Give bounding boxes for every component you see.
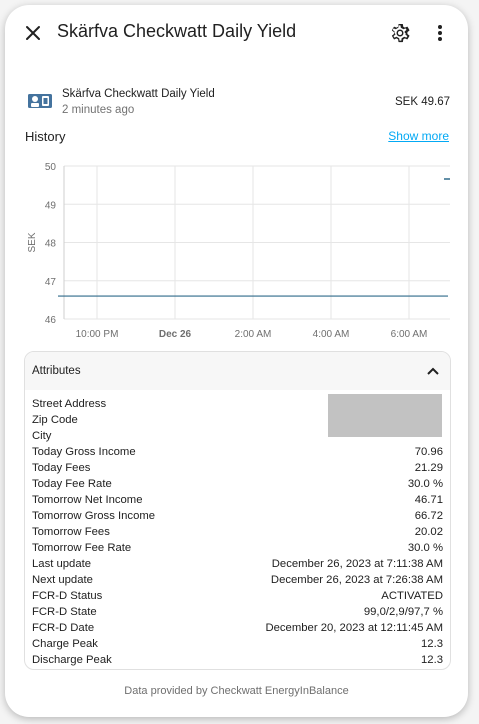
attribute-value: December 20, 2023 at 12:11:45 AM	[265, 622, 443, 634]
attributes-panel: Attributes Street Address Zip Code City Tod…	[24, 351, 451, 670]
attribute-label: City	[32, 430, 52, 442]
attribute-value: 46.71	[414, 494, 443, 506]
settings-button[interactable]	[388, 21, 412, 45]
attribute-label: Discharge Peak	[32, 654, 112, 666]
entity-row[interactable]: Skärfva Checkwatt Daily Yield 2 minutes …	[25, 83, 450, 121]
attribute-row: Zip Code	[32, 412, 443, 428]
attribute-row: Today Gross Income 70.96	[32, 444, 443, 460]
attribute-label: FCR-D Status	[32, 590, 103, 602]
attribute-value: 30.0 %	[407, 478, 443, 490]
entity-last-changed: 2 minutes ago	[62, 104, 135, 116]
attribute-row: Tomorrow Gross Income 66.72	[32, 508, 443, 524]
more-options-button[interactable]	[430, 21, 450, 45]
y-tick-label: 50	[45, 162, 57, 173]
attribute-row: Next update December 26, 2023 at 7:26:38 …	[32, 572, 443, 588]
attribute-label: FCR-D State	[32, 606, 97, 618]
attribute-label: Tomorrow Fees	[32, 526, 110, 538]
attribute-row: FCR-D Status ACTIVATED	[32, 588, 443, 604]
attribute-value: December 26, 2023 at 7:11:38 AM	[271, 558, 443, 570]
x-tick-label: 2:00 AM	[235, 329, 272, 340]
y-tick-label: 48	[45, 239, 57, 250]
x-tick-label: Dec 26	[159, 329, 192, 340]
attribute-value: December 26, 2023 at 7:26:38 AM	[270, 574, 443, 586]
gear-icon	[391, 23, 410, 43]
attribute-value: 12.3	[421, 638, 443, 650]
history-chart[interactable]: 50 49 48 47 46 10:00 PM Dec 26 2:00 AM 4:00 AM 6:…	[5, 155, 468, 345]
attribute-row: Tomorrow Net Income 46.71	[32, 492, 443, 508]
attribute-label: Charge Peak	[32, 638, 98, 650]
y-axis-label: SEK	[27, 232, 38, 252]
attribute-row: Discharge Peak 12.3	[32, 652, 443, 668]
attribute-label: Today Fees	[32, 462, 91, 474]
attribute-row: FCR-D Date December 20, 2023 at 12:11:45 …	[32, 620, 443, 636]
attribute-label: Tomorrow Gross Income	[32, 510, 156, 522]
attribute-row: Today Fee Rate 30.0 %	[32, 476, 443, 492]
x-tick-label: 4:00 AM	[313, 329, 350, 340]
attributes-header[interactable]: Attributes	[25, 352, 450, 390]
attribute-row: Charge Peak 12.3	[32, 636, 443, 652]
attribute-row: Today Fees 21.29	[32, 460, 443, 476]
attribute-value: ACTIVATED	[381, 590, 443, 602]
attribute-label: FCR-D Date	[32, 622, 95, 634]
attribute-row: Tomorrow Fee Rate 30.0 %	[32, 540, 443, 556]
solar-power-icon	[28, 94, 52, 108]
y-tick-label: 47	[45, 277, 57, 288]
more-info-dialog: Skärfva Checkwatt Daily Yield Skärfva Ch…	[5, 5, 468, 717]
attribute-row: FCR-D State 99,0/2,9/97,7 %	[32, 604, 443, 620]
attribute-value: 21.29	[414, 462, 443, 474]
attribute-value: 12.3	[421, 654, 443, 666]
attribute-label: Next update	[32, 574, 93, 586]
attribute-value: 70.96	[414, 446, 443, 458]
dots-vertical-icon	[438, 25, 442, 41]
attribute-value: 66.72	[414, 510, 443, 522]
attribute-value: 99,0/2,9/97,7 %	[363, 606, 443, 618]
attribute-label: Zip Code	[32, 414, 78, 426]
attribute-row: City	[32, 428, 443, 444]
close-icon	[26, 26, 40, 40]
attribution-text: Data provided by Checkwatt EnergyInBalan…	[124, 685, 349, 697]
attribute-label: Last update	[32, 558, 92, 570]
show-more-link[interactable]: Show more	[388, 129, 449, 143]
attribute-label: Tomorrow Fee Rate	[32, 542, 132, 554]
attribute-label: Tomorrow Net Income	[32, 494, 143, 506]
x-tick-label: 6:00 AM	[391, 329, 428, 340]
y-tick-label: 49	[45, 200, 57, 211]
y-tick-label: 46	[45, 315, 57, 326]
attributes-title: Attributes	[32, 365, 81, 377]
dialog-header: Skärfva Checkwatt Daily Yield	[5, 5, 468, 61]
chevron-up-icon	[427, 367, 439, 375]
attribute-row: Tomorrow Fees 20.02	[32, 524, 443, 540]
close-button[interactable]	[19, 19, 47, 47]
attribute-row: Last update December 26, 2023 at 7:11:38 …	[32, 556, 443, 572]
x-tick-label: 10:00 PM	[76, 329, 119, 340]
attribute-row: Street Address	[32, 396, 443, 412]
entity-state: SEK 49.67	[395, 96, 450, 108]
dialog-title: Skärfva Checkwatt Daily Yield	[57, 21, 297, 41]
attribute-label: Today Gross Income	[32, 446, 136, 458]
attribute-value: 20.02	[414, 526, 443, 538]
attribute-label: Today Fee Rate	[32, 478, 112, 490]
history-heading: History	[25, 129, 66, 144]
entity-name: Skärfva Checkwatt Daily Yield	[62, 88, 215, 100]
attribute-label: Street Address	[32, 398, 107, 410]
attribute-value: 30.0 %	[407, 542, 443, 554]
